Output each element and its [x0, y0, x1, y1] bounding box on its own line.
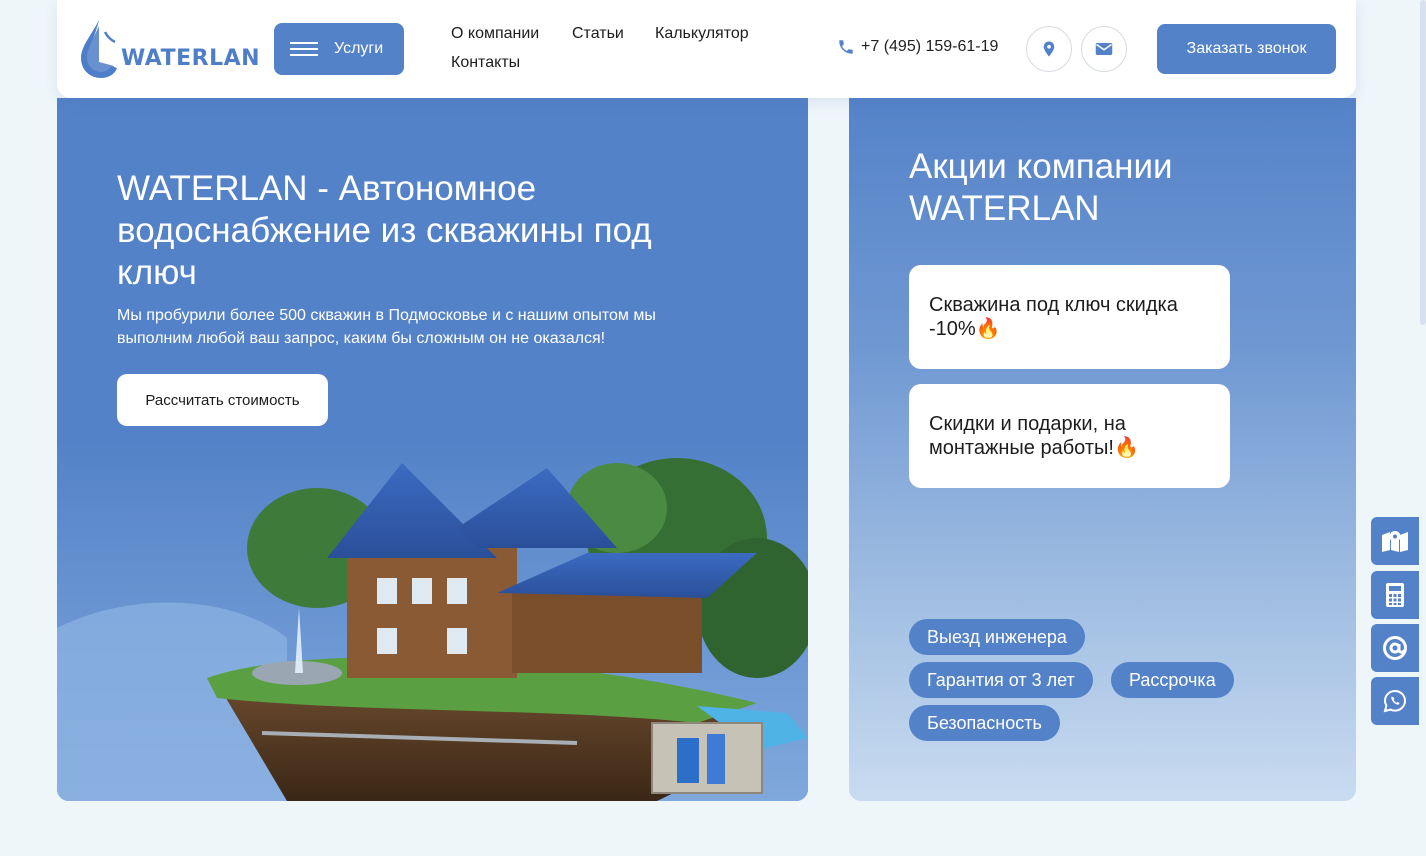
tag-safety: Безопасность	[909, 705, 1060, 741]
phone-link[interactable]: +7 (495) 159-61-19	[837, 38, 998, 56]
promotions-section: Акции компании WATERLAN Скважина под клю…	[849, 98, 1356, 801]
nav-contacts[interactable]: Контакты	[451, 54, 520, 72]
hero-section: WATERLAN - Автономное водоснабжение из с…	[57, 98, 808, 801]
calculator-button[interactable]	[1371, 571, 1419, 619]
email-at-icon	[1383, 636, 1407, 660]
whatsapp-icon	[1383, 689, 1407, 713]
hero-title: WATERLAN - Автономное водоснабжение из с…	[117, 169, 652, 292]
map-button[interactable]	[1371, 517, 1419, 565]
phone-number: +7 (495) 159-61-19	[861, 38, 999, 55]
calculator-icon	[1386, 583, 1404, 607]
scrollbar-thumb[interactable]	[1420, 0, 1426, 325]
tag-engineer-visit: Выезд инженера	[909, 619, 1085, 655]
hamburger-icon	[290, 42, 318, 56]
email-button[interactable]	[1371, 624, 1419, 672]
fire-emoji-icon: 🔥	[1113, 437, 1139, 459]
house-on-island-illustration	[57, 438, 808, 801]
logo-text: WATERLAN	[121, 46, 261, 71]
promo-card-installation[interactable]: Скидки и подарки, на монтажные работы!🔥	[909, 384, 1230, 488]
nav-about[interactable]: О компании	[451, 25, 539, 43]
promotions-title: Акции компании WATERLAN	[909, 147, 1173, 228]
fire-emoji-icon: 🔥	[975, 318, 1001, 340]
envelope-icon	[1095, 43, 1113, 55]
phone-icon	[839, 40, 853, 54]
map-icon	[1382, 531, 1408, 552]
order-call-button[interactable]: Заказать звонок	[1157, 24, 1336, 74]
hero-subtitle: Мы пробурили более 500 скважин в Подмоск…	[117, 307, 656, 347]
whatsapp-button[interactable]	[1371, 677, 1419, 725]
services-label: Услуги	[334, 40, 384, 57]
promo-card-text: Скважина под ключ скидка -10%	[929, 294, 1178, 340]
logo[interactable]: WATERLAN	[77, 18, 260, 80]
promo-card-text: Скидки и подарки, на монтажные работы!	[929, 413, 1126, 459]
site-header: WATERLAN Услуги О компании Статьи Кальку…	[57, 0, 1356, 98]
mail-button[interactable]	[1081, 26, 1127, 72]
tag-warranty: Гарантия от 3 лет	[909, 662, 1093, 698]
services-menu-button[interactable]: Услуги	[274, 23, 404, 75]
location-button[interactable]	[1026, 26, 1072, 72]
location-pin-icon	[1043, 41, 1055, 57]
tag-installments: Рассрочка	[1111, 662, 1234, 698]
nav-articles[interactable]: Статьи	[572, 25, 624, 43]
promo-card-drilling[interactable]: Скважина под ключ скидка -10%🔥	[909, 265, 1230, 369]
calculate-cost-button[interactable]: Рассчитать стоимость	[117, 374, 328, 426]
nav-calculator[interactable]: Калькулятор	[655, 25, 749, 43]
